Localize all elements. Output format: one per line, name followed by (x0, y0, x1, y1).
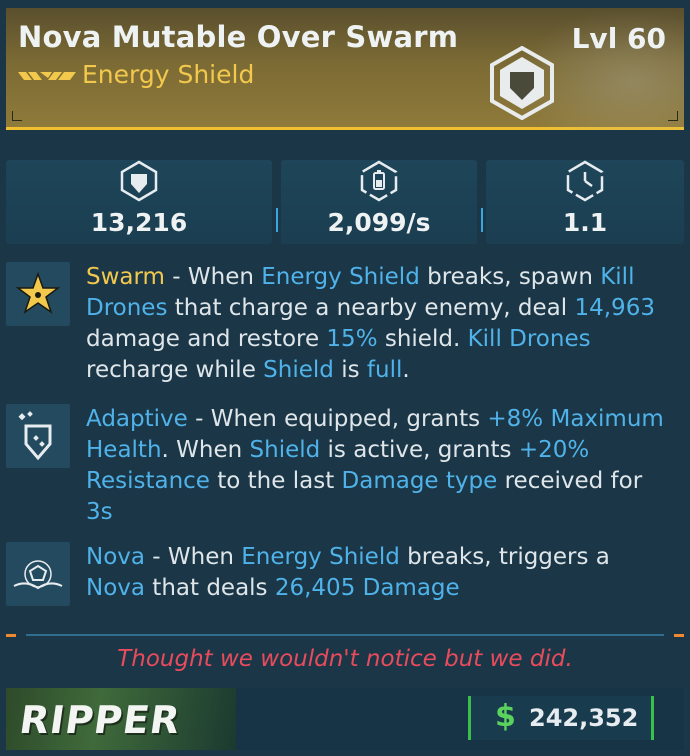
perk-text: is (333, 357, 367, 383)
stat-recharge-delay-value: 1.1 (562, 208, 608, 237)
corner-marker-icon (668, 111, 678, 121)
stats-row: 13,216 2,099/s 1.1 (6, 160, 684, 244)
nova-burst-icon (6, 542, 70, 606)
stat-separator (481, 208, 483, 232)
perk-text: breaks, triggers a (399, 544, 610, 570)
perk-keyword: Nova (86, 544, 145, 570)
perk-text: - When (144, 544, 242, 570)
stat-separator (276, 208, 278, 232)
stat-recharge-delay: 1.1 (486, 160, 684, 244)
item-tooltip-card: Nova Mutable Over Swarm Lvl 60 Energy Sh… (0, 0, 690, 756)
perk-adaptive-description: Adaptive - When equipped, grants +8% Max… (86, 404, 676, 528)
stat-capacity: 13,216 (6, 160, 272, 244)
divider-tick (6, 634, 16, 637)
recharge-delay-icon (566, 160, 604, 202)
perk-text: . (402, 357, 410, 383)
item-header: Nova Mutable Over Swarm Lvl 60 Energy Sh… (6, 8, 684, 130)
shield-capacity-icon (120, 160, 158, 202)
perk-text: - When equipped, grants (187, 406, 488, 432)
perk-keyword: Shield (249, 437, 321, 463)
perk-text: breaks, spawn (419, 264, 601, 290)
perk-text: - When (164, 264, 262, 290)
perk-nova-description: Nova - When Energy Shield breaks, trigge… (86, 542, 676, 604)
perk-text: shield. (377, 326, 468, 352)
item-price: 242,352 (529, 704, 639, 732)
flavor-text: Thought we wouldn't notice but we did. (117, 646, 573, 672)
perk-keyword: Damage type (341, 468, 498, 494)
perk-keyword: Shield (263, 357, 334, 383)
stat-capacity-value: 13,216 (90, 208, 188, 237)
perk-keyword: 26,405 Damage (274, 575, 460, 601)
dollar-icon: $ (495, 699, 516, 734)
perk-text: is active, grants (320, 437, 519, 463)
perk-text: received for (497, 468, 643, 494)
recharge-rate-icon (360, 160, 398, 202)
perk-keyword: Kill Drones (467, 326, 591, 352)
perk-swarm-description: Swarm - When Energy Shield breaks, spawn… (86, 262, 676, 386)
perk-keyword: 15% (326, 326, 378, 352)
shield-emblem-icon (490, 46, 554, 120)
perk-text: to the last (209, 468, 342, 494)
perk-text: damage and restore (86, 326, 327, 352)
perk-text: that deals (144, 575, 275, 601)
perk-keyword: Nova (86, 575, 145, 601)
corner-marker-icon (12, 111, 22, 121)
stat-recharge-rate: 2,099/s (281, 160, 477, 244)
perk-keyword: full (366, 357, 403, 383)
item-name: Nova Mutable Over Swarm (18, 20, 459, 54)
perk-keyword: Energy Shield (261, 264, 420, 290)
item-type: Energy Shield (82, 60, 255, 89)
perk-keyword: 14,963 (574, 295, 655, 321)
adaptive-shield-icon (6, 404, 70, 468)
stat-recharge-rate-value: 2,099/s (327, 208, 431, 237)
perk-name: Swarm (86, 264, 165, 290)
price-box: $ 242,352 (468, 696, 654, 740)
manufacturer-name: RIPPER (16, 698, 184, 742)
perk-keyword: Energy Shield (241, 544, 400, 570)
divider-tick (674, 634, 684, 637)
triple-chevron-icon (18, 72, 76, 80)
perk-text: that charge a nearby enemy, deal (167, 295, 575, 321)
perk-text: recharge while (86, 357, 264, 383)
section-divider (26, 634, 664, 636)
perk-text: . When (161, 437, 250, 463)
item-level: Lvl 60 (571, 22, 666, 55)
manufacturer-logo: RIPPER (6, 688, 236, 750)
swarm-star-icon (6, 262, 70, 326)
item-footer: RIPPER $ 242,352 (6, 688, 684, 750)
perk-keyword: Adaptive (86, 406, 188, 432)
perk-keyword: 3s (86, 499, 113, 525)
